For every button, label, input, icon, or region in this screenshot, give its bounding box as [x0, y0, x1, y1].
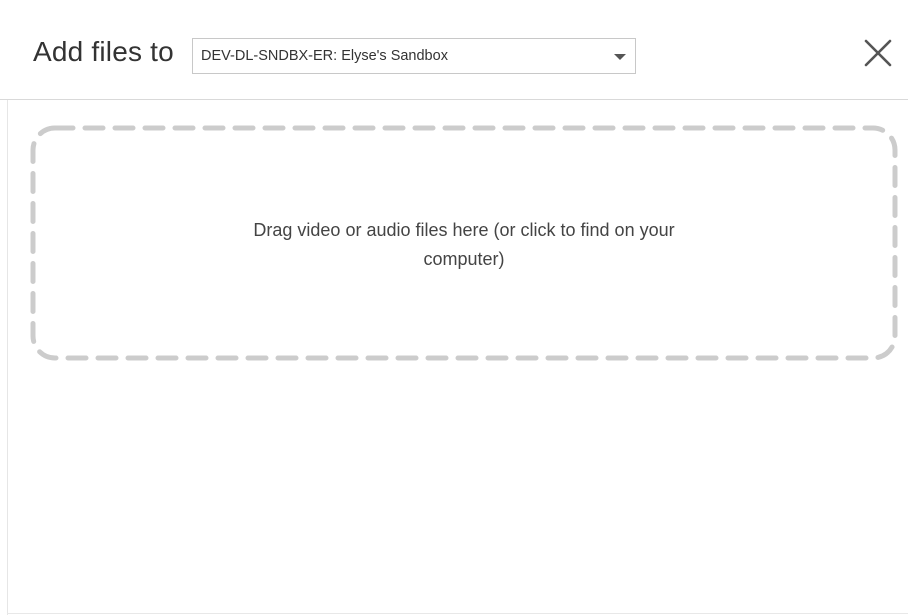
close-button[interactable] — [858, 33, 898, 73]
dialog-title: Add files to — [33, 36, 174, 67]
dialog-header: Add files to DEV-DL-SNDBX-ER: Elyse's Sa… — [0, 0, 908, 100]
dialog-left-edge — [7, 100, 8, 615]
file-dropzone[interactable]: Drag video or audio files here (or click… — [30, 125, 898, 361]
dropzone-instructions: Drag video or audio files here (or click… — [253, 220, 675, 269]
project-select[interactable]: DEV-DL-SNDBX-ER: Elyse's Sandbox — [192, 38, 636, 74]
add-files-dialog: Add files to DEV-DL-SNDBX-ER: Elyse's Sa… — [0, 0, 908, 615]
caret-down-icon — [613, 50, 627, 62]
close-icon — [858, 33, 898, 73]
project-select-value: DEV-DL-SNDBX-ER: Elyse's Sandbox — [201, 48, 448, 64]
dialog-bottom-edge — [7, 613, 908, 614]
